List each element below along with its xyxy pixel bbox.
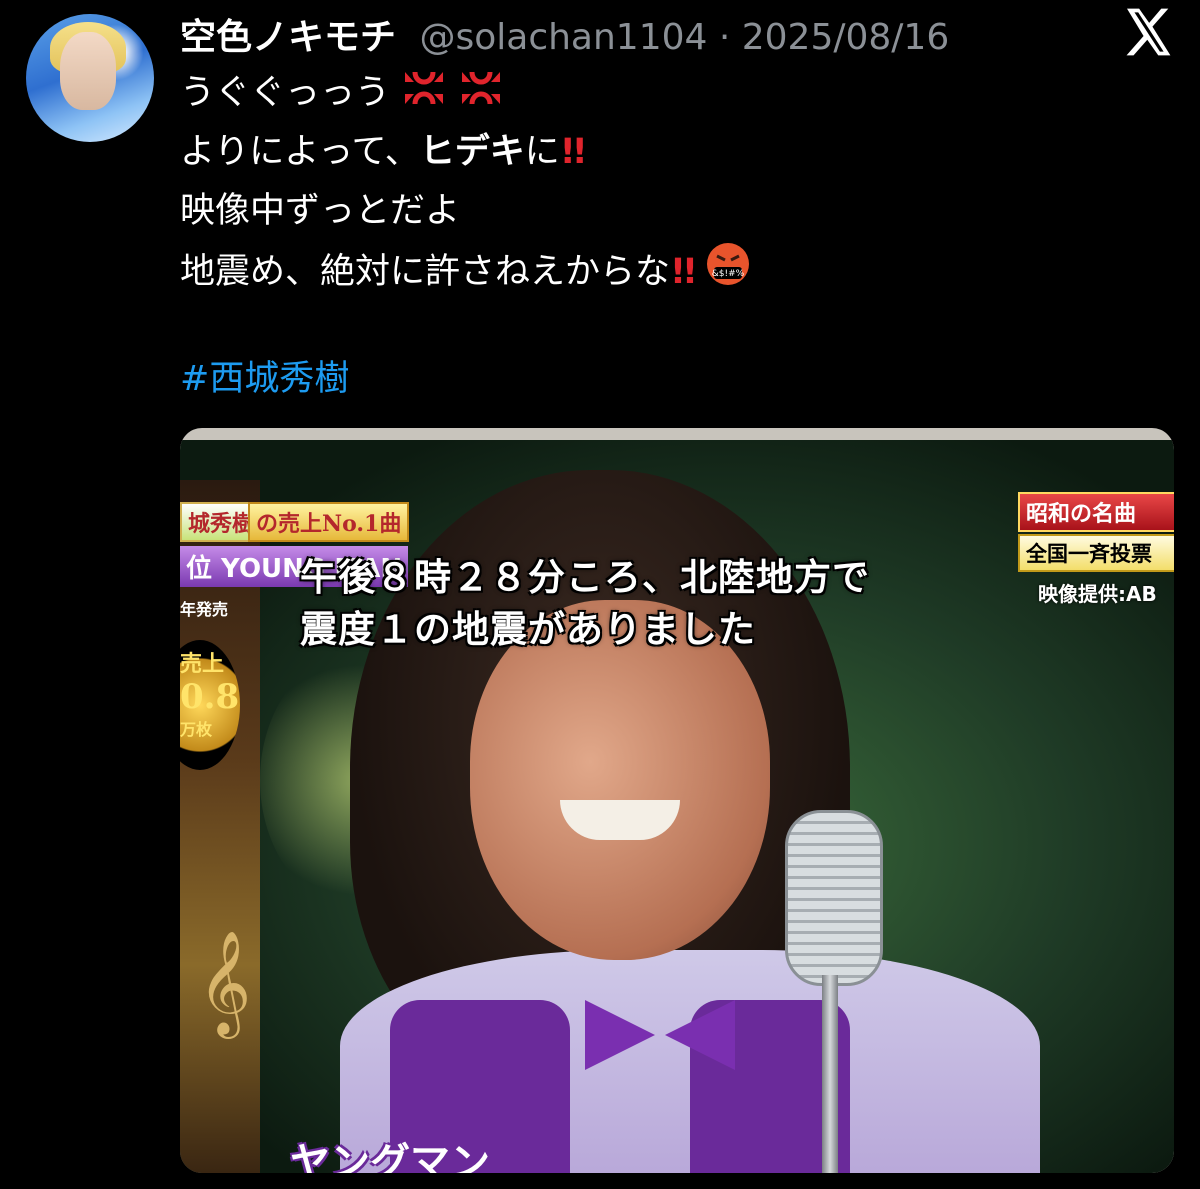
curse-text: &$!#% bbox=[712, 269, 745, 279]
anger-symbol-icon bbox=[462, 71, 501, 105]
bowtie-right bbox=[665, 1000, 735, 1070]
post-line-4: 地震め、絶対に許さねえからな!! &$!#% bbox=[180, 241, 751, 300]
cursing-face-icon: &$!#% bbox=[707, 243, 750, 285]
overlay-release: 年発売 bbox=[180, 600, 229, 619]
post-body: うぐぐっっう よりによって、ヒデキに!! 映像中ずっとだよ 地震め、絶対に許さね… bbox=[180, 64, 751, 300]
anger-symbol-icon bbox=[405, 71, 444, 105]
avatar-face bbox=[60, 32, 116, 110]
post-line-2: よりによって、ヒデキに!! bbox=[180, 132, 588, 172]
tv-screen: 𝄞 城秀樹 の売上No.1曲 位 YOUNG MAN 年発売 売上 0.8 万枚… bbox=[180, 440, 1174, 1173]
bowtie-left bbox=[585, 1000, 655, 1070]
earthquake-alert: 午後８時２８分ころ、北陸地方で 震度１の地震がありました bbox=[300, 556, 870, 651]
display-name[interactable]: 空色ノキモチ bbox=[180, 17, 396, 58]
overlay-program-title: 昭和の名曲 bbox=[1018, 492, 1174, 532]
treble-clef-icon: 𝄞 bbox=[198, 930, 252, 1035]
overlay-program-subtitle: 全国一斉投票 bbox=[1018, 534, 1174, 572]
hashtag-link[interactable]: #西城秀樹 bbox=[180, 350, 349, 401]
double-exclamation-icon: !! bbox=[670, 252, 698, 292]
overlay-bottom-title: ヤングマン bbox=[290, 1140, 490, 1173]
microphone-stand bbox=[822, 975, 838, 1173]
post-media[interactable]: 𝄞 城秀樹 の売上No.1曲 位 YOUNG MAN 年発売 売上 0.8 万枚… bbox=[180, 428, 1174, 1173]
post-line-1: うぐぐっっう bbox=[180, 64, 751, 123]
handle-and-date[interactable]: @solachan1104 · 2025/08/16 bbox=[419, 17, 949, 58]
overlay-credit: 映像提供:AB bbox=[1038, 582, 1157, 606]
overlay-top-song: の売上No.1曲 bbox=[248, 502, 410, 542]
microphone-icon bbox=[785, 810, 883, 986]
avatar[interactable] bbox=[26, 14, 154, 142]
post-line-3: 映像中ずっとだよ bbox=[180, 191, 461, 231]
double-exclamation-icon: !! bbox=[559, 132, 588, 172]
sales-label: 売上 0.8 万枚 bbox=[180, 651, 240, 739]
x-logo-icon[interactable] bbox=[1120, 4, 1176, 60]
post-header: 空色ノキモチ @solachan1104 · 2025/08/16 bbox=[180, 8, 949, 60]
